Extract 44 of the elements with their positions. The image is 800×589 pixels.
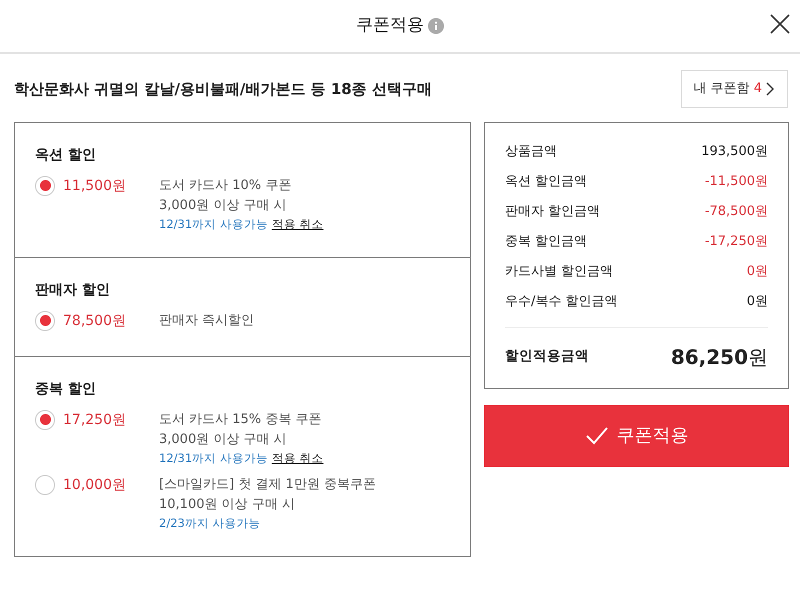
my-coupons-button[interactable]: 내 쿠폰함 4 (680, 70, 788, 108)
section-title: 중복 할인 (35, 380, 97, 399)
summary-value: -11,500원 (704, 172, 768, 191)
coupon-amount: 78,500원 (63, 312, 127, 331)
summary-label: 우수/복수 할인금액 (505, 292, 618, 311)
summary-value: 0원 (746, 292, 768, 311)
apply-coupon-button[interactable]: 쿠폰적용 (484, 404, 789, 466)
summary-label: 상품금액 (505, 142, 557, 161)
coupon-name: 도서 카드사 15% 중복 쿠폰 (159, 410, 322, 429)
total-label: 할인적용금액 (505, 347, 589, 366)
section-title: 판매자 할인 (35, 280, 111, 300)
summary-value: -17,250원 (704, 232, 768, 251)
expiry-date: 2/23까지 사용가능 (159, 515, 260, 532)
expiry-date: 12/31까지 사용가능 (159, 216, 268, 232)
radio-button[interactable] (35, 410, 55, 430)
coupon-amount: 11,500원 (63, 176, 127, 196)
info-icon[interactable] (428, 18, 444, 34)
expiry-date: 12/31까지 사용가능 (159, 450, 268, 467)
chevron-right-icon (766, 82, 775, 96)
summary-value: 0원 (746, 262, 768, 281)
cancel-link[interactable]: 적용 취소 (272, 216, 324, 233)
section-title: 옥션 할인 (35, 146, 97, 164)
coupon-amount: 17,250원 (63, 410, 127, 430)
total-amount: 86,250원 (670, 344, 768, 370)
radio-button[interactable] (35, 176, 55, 196)
coupon-condition: 3,000원 이상 구매 시 (159, 196, 288, 214)
coupon-amount: 10,000원 (63, 476, 127, 495)
radio-button[interactable] (35, 475, 55, 495)
cancel-link[interactable]: 적용 취소 (272, 450, 324, 467)
summary-label: 옥션 할인금액 (505, 172, 588, 191)
coupon-name: [스마일카드] 첫 결제 1만원 중복쿠폰 (159, 476, 376, 494)
coupon-name: 도서 카드사 10% 쿠폰 (159, 176, 292, 194)
coupon-condition: 3,000원 이상 구매 시 (159, 430, 288, 449)
coupon-condition: 10,100원 이상 구매 시 (159, 496, 296, 514)
summary-value: -78,500원 (704, 202, 768, 221)
coupon-name: 판매자 즉시할인 (159, 312, 254, 330)
check-icon (584, 426, 608, 446)
radio-button[interactable] (35, 310, 55, 331)
summary-label: 중복 할인금액 (505, 232, 588, 251)
summary-label: 카드사별 할인금액 (505, 262, 614, 281)
product-title: 학산문화사 귀멸의 칼날/용비불패/배가본드 등 18종 선택구매 (14, 78, 432, 100)
window-title: 쿠폰적용 (356, 14, 424, 38)
summary-value: 193,500원 (701, 142, 768, 161)
summary-label: 판매자 할인금액 (505, 202, 600, 221)
